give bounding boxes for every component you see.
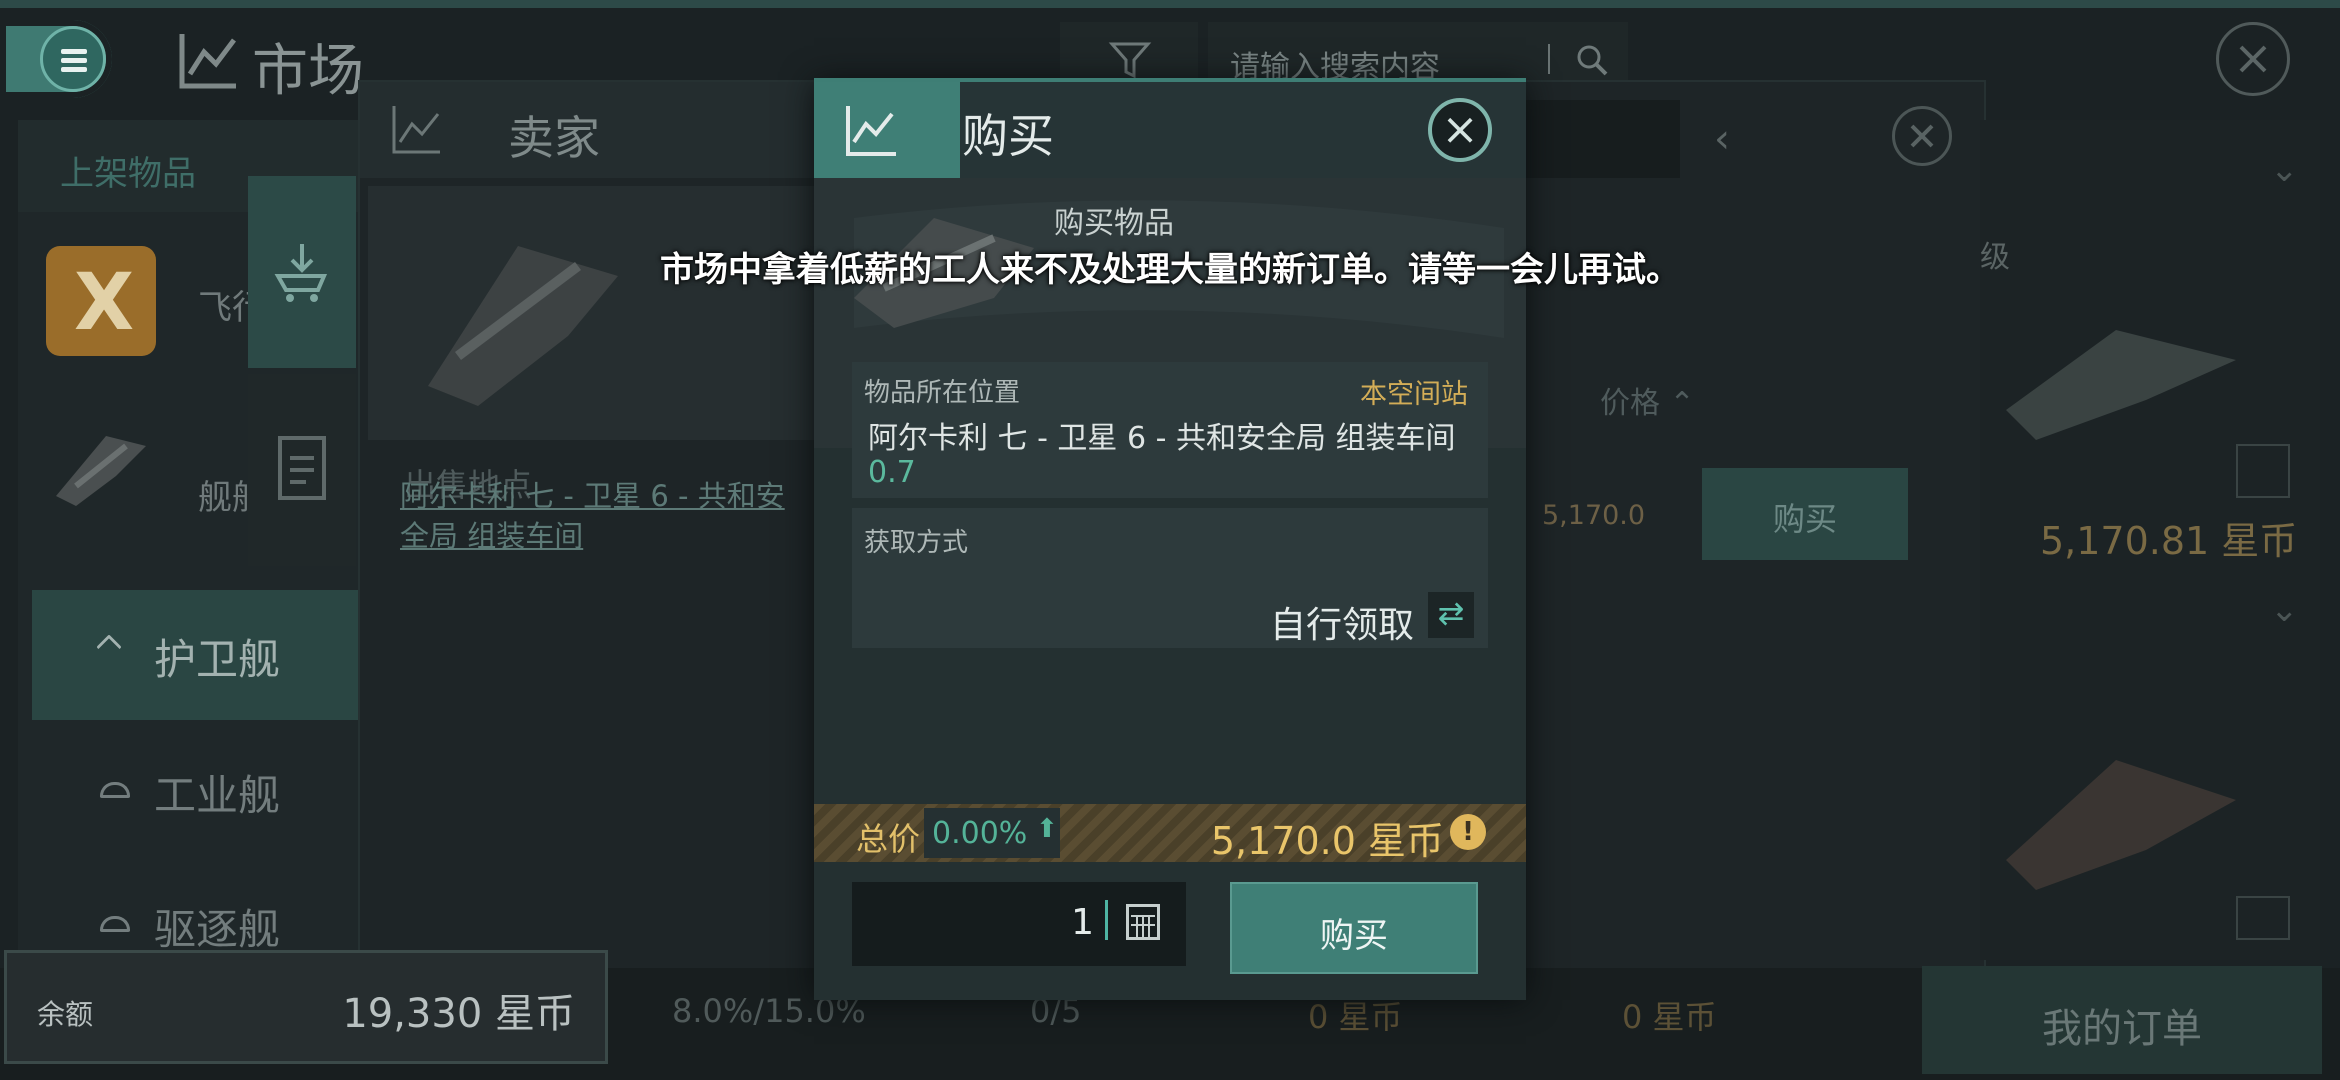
close-icon [2239,45,2267,73]
cart-download-icon [274,244,328,302]
acquire-label: 获取方式 [864,528,969,558]
close-icon [1910,124,1934,148]
security-status: 0.7 [868,455,916,490]
warning-icon[interactable]: ! [1450,814,1486,850]
location-label: 物品所在位置 [864,378,1021,408]
chevron-down-icon[interactable]: ⌄ [2270,150,2299,190]
search-icon [1577,45,1608,76]
balance-panel: 余额 19,330 星币 [4,950,608,1064]
hamburger-icon [40,26,106,92]
chart-icon [392,106,440,154]
buy-button[interactable]: 购买 [1230,882,1478,974]
category-industrial[interactable]: 工业舰 [32,726,358,856]
dialog-close-button[interactable]: × [1428,98,1492,162]
close-market-button[interactable] [2216,22,2290,96]
ship-image [2006,760,2236,890]
collapse-icon [96,634,122,660]
seller-title: 卖家 [508,111,600,165]
clipboard-tab[interactable] [248,374,356,566]
dialog-title: 购买 [962,109,1054,163]
total-price: 5,170.0 星币 [1210,819,1444,863]
quantity-badge [2236,444,2290,498]
quantity-badge [2236,896,2290,940]
total-percent: 0.00% [932,816,1028,851]
buy-tab[interactable] [814,82,960,178]
download-tab[interactable] [248,176,356,368]
swap-icon[interactable]: ⇄ [1428,592,1474,638]
balance-value: 19,330 星币 [342,991,575,1037]
menu-button[interactable] [0,20,112,98]
chevron-down-icon[interactable]: ⌄ [2270,590,2299,630]
my-orders-button[interactable]: 我的订单 [1922,966,2322,1074]
ship-class-icon [100,916,130,932]
top-strip [0,0,2340,8]
sort-up-icon: ⌃ [1669,386,1695,421]
item-heading: 购买物品 [1054,206,1174,241]
arrow-up-icon: ⬆ [1036,814,1058,844]
price-column-header[interactable]: 价格 ⌃ [1600,378,1695,422]
ship-image [2006,330,2236,440]
close-icon: × [1441,104,1479,155]
calculator-icon[interactable] [1126,904,1160,940]
listing-price: 5,170.81 星币 [2040,519,2298,563]
seller-tab[interactable]: 卖家 [360,82,880,178]
acquire-value: 自行领取 [1269,605,1414,646]
sell-escrow: 0 星币 [1622,998,1717,1036]
skill-book-icon[interactable]: X [46,246,156,356]
chevron-left-icon[interactable]: ‹ [1714,116,1730,162]
ship-icon[interactable] [46,416,156,526]
seller-buy-button[interactable]: 购买 [1702,468,1908,560]
chart-icon [846,106,896,156]
level-label: 级 [1980,240,2010,275]
clipboard-icon [278,436,326,500]
balance-label: 余额 [37,998,94,1031]
text-caret [1105,900,1108,940]
total-percent-box: 0.00% ⬆ [924,808,1060,858]
ship-class-icon [100,782,130,798]
toast-message: 市场中拿着低薪的工人来不及处理大量的新订单。请等一会儿再试。 [660,250,1680,290]
quantity-input[interactable]: 1 [852,882,1186,966]
buy-dialog: 购买 × 购买物品 物品所在位置 本空间站 阿尔卡利 七 - 卫星 6 - 共和… [814,78,1526,1000]
station-badge: 本空间站 [1360,379,1468,410]
listed-items-header: 上架物品 [60,154,196,194]
location-text: 阿尔卡利 七 - 卫星 6 - 共和安全局 组装车间 0.7 [868,421,1456,490]
seller-price: 5,170.0 [1542,500,1646,531]
seller-close-button[interactable] [1892,106,1952,166]
quantity-value: 1 [1071,902,1094,943]
filter-icon [1108,42,1152,79]
category-frigate[interactable]: 护卫舰 [32,590,358,720]
market-chart-icon [179,34,236,89]
seller-location-link[interactable]: 阿尔卡利 七 - 卫星 6 - 共和安全局 组装车间 [400,476,800,556]
page-title: 市场 [252,39,364,104]
total-label: 总价 [856,820,921,858]
